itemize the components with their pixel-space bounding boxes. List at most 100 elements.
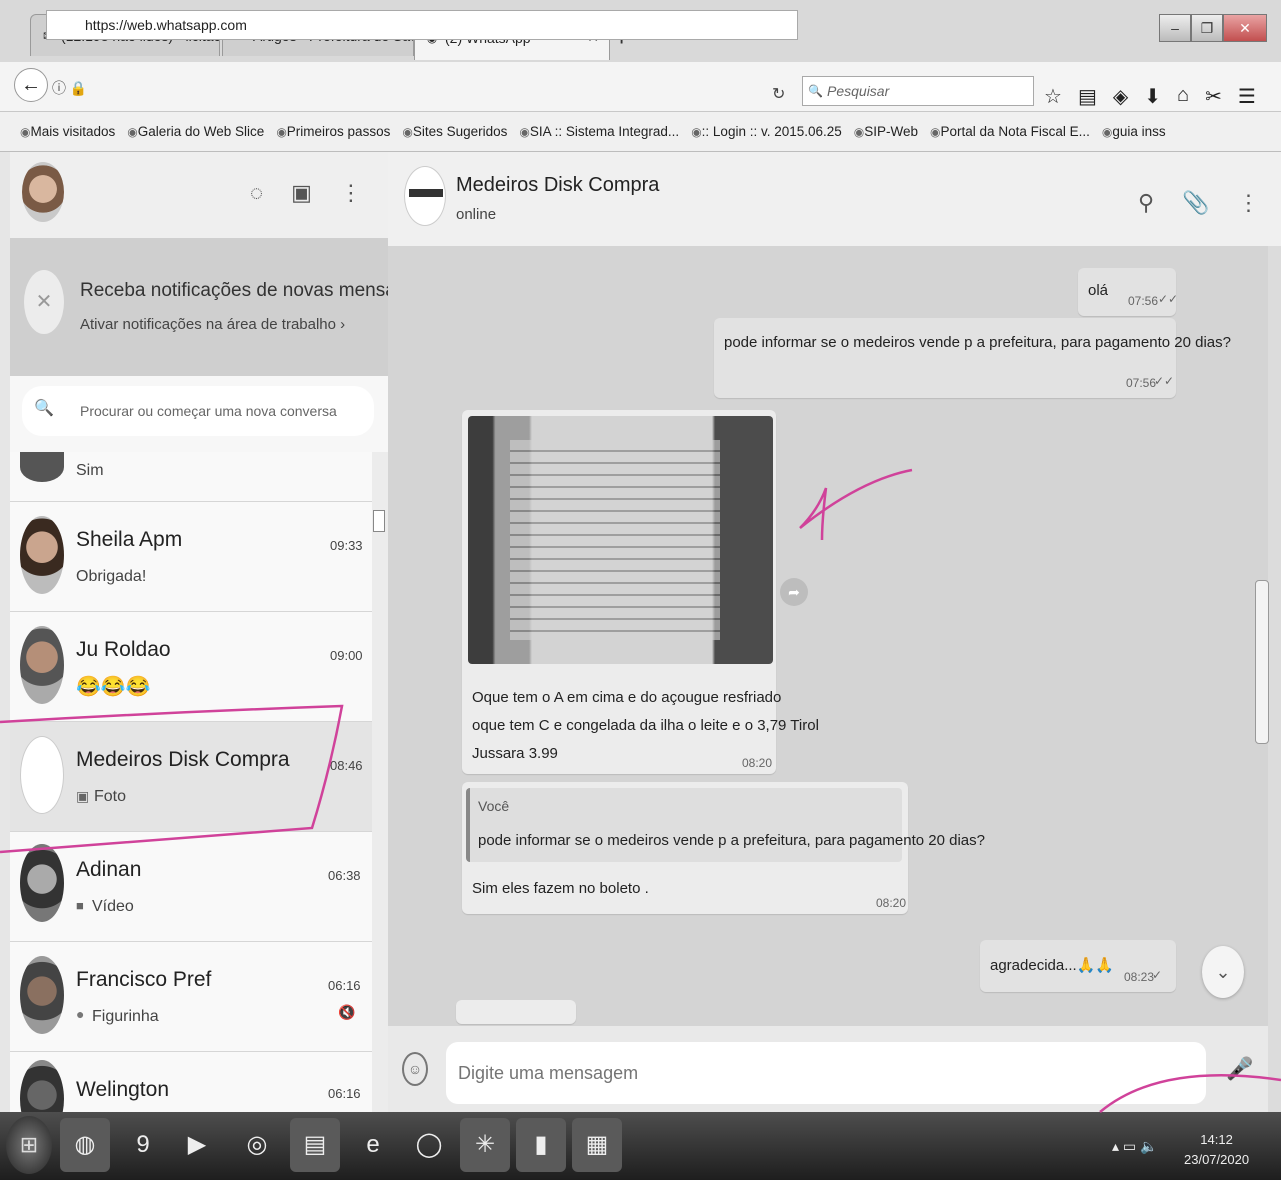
browser-search-input[interactable]: Pesquisar bbox=[802, 76, 1034, 106]
message-outgoing[interactable]: agradecida...🙏🙏 08:23 ✓ bbox=[980, 940, 1176, 992]
chat-time: 06:16 bbox=[328, 978, 361, 993]
quote-author: Você bbox=[478, 798, 510, 814]
bookmark-item[interactable]: SIP-Web bbox=[854, 124, 918, 139]
chat-preview: 😂😂😂 bbox=[76, 676, 151, 698]
menu-icon[interactable]: ☰ bbox=[1238, 84, 1256, 109]
chat-time: 09:33 bbox=[330, 538, 363, 553]
chat-item-welington[interactable]: Welington 06:16 bbox=[10, 1052, 372, 1112]
chat-time: 06:16 bbox=[328, 1086, 361, 1101]
file-explorer-icon[interactable]: ▤ bbox=[290, 1118, 340, 1172]
bell-off-icon: ✕ bbox=[24, 270, 64, 334]
scroll-down-button[interactable]: ⌄ bbox=[1202, 946, 1244, 998]
chat-name: Francisco Pref bbox=[76, 968, 212, 991]
url-bar[interactable]: https://web.whatsapp.com bbox=[46, 10, 798, 40]
message-time: 08:20 bbox=[876, 896, 907, 910]
chat-search-input[interactable]: Procurar ou começar uma nova conversa bbox=[22, 386, 374, 436]
bookmark-item[interactable]: guia inss bbox=[1102, 124, 1165, 139]
contact-avatar[interactable] bbox=[404, 166, 446, 226]
message-text: pode informar se o medeiros vende p a pr… bbox=[724, 334, 1231, 351]
avatar bbox=[20, 626, 64, 704]
app-icon-o[interactable]: ◯ bbox=[404, 1118, 454, 1172]
media-player-icon[interactable]: ▶ bbox=[172, 1118, 222, 1172]
chat-item-sheila[interactable]: Sheila Apm 09:33 Obrigada! bbox=[10, 502, 372, 612]
message-text: olá bbox=[1088, 282, 1109, 299]
internet-explorer-icon[interactable]: e bbox=[348, 1118, 398, 1172]
search-icon[interactable]: ⚲ bbox=[1138, 190, 1154, 216]
clock-time: 14:12 bbox=[1200, 1132, 1233, 1147]
app-icon-door[interactable]: ▮ bbox=[516, 1118, 566, 1172]
minimize-icon[interactable]: – bbox=[1159, 14, 1191, 42]
home-icon[interactable]: ⌂ bbox=[1177, 84, 1189, 109]
notification-banner[interactable] bbox=[10, 238, 388, 376]
chat-preview: Figurinha bbox=[92, 1008, 159, 1025]
back-button[interactable]: ← bbox=[14, 68, 48, 102]
message-time: 08:20 bbox=[742, 756, 773, 770]
message-text: Sim eles fazem no boleto . bbox=[472, 880, 649, 897]
menu-dots-icon[interactable]: ⋮ bbox=[1238, 190, 1260, 216]
app-icon-print[interactable]: ▦ bbox=[572, 1118, 622, 1172]
muted-icon: 🔇 bbox=[338, 1004, 356, 1020]
maximize-icon[interactable]: ❐ bbox=[1191, 14, 1223, 42]
site-info-icon[interactable]: ⓘ 🔒 bbox=[52, 78, 87, 98]
message-outgoing[interactable]: pode informar se o medeiros vende p a pr… bbox=[714, 318, 1231, 398]
list-item[interactable]: Sim bbox=[10, 452, 372, 502]
camera-icon: ▣ bbox=[76, 788, 90, 804]
avatar bbox=[20, 452, 64, 482]
bookmark-item[interactable]: Primeiros passos bbox=[276, 124, 391, 139]
chat-time: 08:46 bbox=[330, 758, 363, 773]
double-check-icon: ✓✓ bbox=[1154, 374, 1175, 388]
microphone-icon[interactable]: 🎤 bbox=[1226, 1056, 1253, 1082]
my-avatar[interactable] bbox=[22, 162, 64, 222]
bookmarks-bar: Mais visitados Galeria do Web Slice Prim… bbox=[0, 112, 1281, 152]
conversation-header-icons: ⚲ 📎 ⋮ bbox=[1138, 190, 1260, 216]
message-outgoing[interactable]: olá 07:56 ✓✓ bbox=[1078, 268, 1179, 316]
message-area-scrollbar[interactable] bbox=[1255, 580, 1269, 744]
video-icon: ■ bbox=[76, 898, 84, 913]
contact-name: Medeiros Disk Compra bbox=[456, 174, 660, 196]
bookmark-item[interactable]: Sites Sugeridos bbox=[402, 124, 508, 139]
emoji-icon[interactable]: ☺ bbox=[402, 1052, 428, 1086]
message-input[interactable] bbox=[446, 1042, 1206, 1104]
chat-item-adinan[interactable]: Adinan 06:38 ■ Vídeo bbox=[10, 832, 372, 942]
chat-list-scroll-thumb[interactable] bbox=[373, 510, 385, 532]
avatar bbox=[20, 1060, 64, 1112]
app-icon-star[interactable]: ✳ bbox=[460, 1118, 510, 1172]
new-chat-icon[interactable]: ▣ bbox=[291, 180, 312, 206]
bookmark-item[interactable]: SIA :: Sistema Integrad... bbox=[519, 124, 679, 139]
forward-icon[interactable]: ➦ bbox=[780, 578, 808, 606]
chat-list-scrollbar[interactable] bbox=[372, 452, 388, 1112]
bookmark-star-icon[interactable]: ☆ bbox=[1044, 84, 1062, 109]
download-icon[interactable]: ⬇ bbox=[1144, 84, 1161, 109]
enable-notifications-link[interactable]: Ativar notificações na área de trabalho … bbox=[80, 316, 345, 333]
taskbar-clock[interactable]: 14:12 23/07/2020 bbox=[1184, 1130, 1249, 1170]
window-controls: – ❐ ✕ bbox=[1159, 14, 1267, 42]
pocket-icon[interactable]: ◈ bbox=[1113, 84, 1128, 109]
chat-item-medeiros[interactable]: Medeiros Disk Compra 08:46 ▣ Foto bbox=[10, 722, 372, 832]
chat-item-francisco[interactable]: Francisco Pref 06:16 ● Figurinha 🔇 bbox=[10, 942, 372, 1052]
app-icon-9[interactable]: 9 bbox=[118, 1118, 168, 1172]
reload-icon[interactable]: ↻ bbox=[772, 84, 785, 104]
avatar bbox=[20, 956, 64, 1034]
quoted-message[interactable] bbox=[466, 788, 902, 862]
message-time: 07:56 bbox=[1126, 376, 1157, 390]
firefox-icon[interactable]: ◍ bbox=[60, 1118, 110, 1172]
system-tray-icons[interactable]: ▴ ▭ 🔈 bbox=[1112, 1138, 1157, 1155]
close-window-icon[interactable]: ✕ bbox=[1223, 14, 1267, 42]
chat-item-ju-roldao[interactable]: Ju Roldao 09:00 😂😂😂 bbox=[10, 612, 372, 722]
app-icon-c[interactable]: ◎ bbox=[232, 1118, 282, 1172]
extension-icon[interactable]: ✂ bbox=[1205, 84, 1222, 109]
double-check-icon: ✓ bbox=[1152, 968, 1163, 982]
status-icon[interactable]: ◌ bbox=[250, 180, 263, 206]
start-button[interactable]: ⊞ bbox=[6, 1116, 52, 1174]
menu-dots-icon[interactable]: ⋮ bbox=[340, 180, 362, 206]
reading-list-icon[interactable]: ▤ bbox=[1078, 84, 1097, 109]
double-check-icon: ✓✓ bbox=[1158, 292, 1179, 306]
bookmark-item[interactable]: Mais visitados bbox=[20, 124, 115, 139]
bookmark-item[interactable]: Galeria do Web Slice bbox=[127, 124, 265, 139]
photo-content bbox=[510, 440, 720, 640]
bookmark-item[interactable]: :: Login :: v. 2015.06.25 bbox=[691, 124, 842, 139]
bookmark-item[interactable]: Portal da Nota Fiscal E... bbox=[930, 124, 1090, 139]
attach-icon[interactable]: 📎 bbox=[1182, 190, 1209, 216]
chat-name: Sheila Apm bbox=[76, 528, 183, 551]
sidebar-header-icons: ◌ ▣ ⋮ bbox=[250, 180, 362, 206]
